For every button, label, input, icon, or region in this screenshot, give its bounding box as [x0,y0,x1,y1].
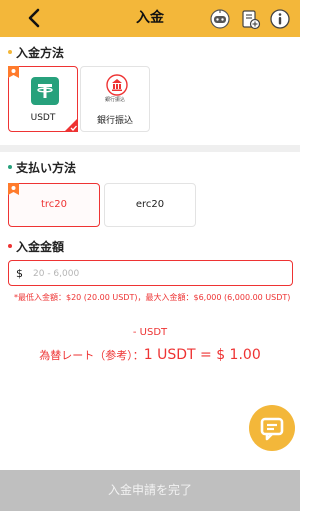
back-arrow-icon [28,8,40,28]
payment-erc20-label: erc20 [135,199,165,210]
amount-title: 入金金額 [16,240,65,254]
currency-symbol: $ [16,267,23,280]
deposit-record-icon [242,10,261,30]
chat-bubble-icon [260,417,284,441]
help-icon [270,9,290,29]
usdt-amount-display: - USDT [132,327,168,338]
section-dot [8,243,12,248]
method-bank-card[interactable]: 銀行振込 銀行振込 [80,66,150,132]
section-divider [0,145,300,152]
payment-trc20-label: trc20 [40,199,68,210]
amount-field[interactable]: $ [8,260,293,286]
payment-method-title: 支払い方法 [16,161,77,175]
deposit-method-heading: 入金方法 [8,44,64,61]
payment-trc20-option[interactable]: trc20 [8,183,100,227]
back-button[interactable] [24,6,46,30]
chat-button[interactable] [249,405,295,451]
support-button[interactable] [208,7,232,31]
exchange-rate-value: 1 USDT = $ 1.00 [143,347,261,363]
payment-erc20-option[interactable]: erc20 [104,183,196,227]
section-dot [8,49,12,54]
bank-transfer-icon [105,73,129,97]
deposit-record-button[interactable] [238,7,262,31]
flag-badge-icon [8,66,19,78]
deposit-method-title: 入金方法 [16,46,65,60]
amount-heading: 入金金額 [8,238,64,255]
top-bar: 入金 [0,0,300,37]
selected-check-icon [64,118,78,132]
section-dot [8,164,12,169]
method-usdt-card[interactable]: USDT [8,66,78,132]
usdt-tether-icon [31,77,59,105]
bank-logo-caption: 銀行振込 [104,97,125,103]
method-bank-label: 銀行振込 [96,116,133,126]
amount-limit-note: *最低入金額：$20 (20.00 USDT)，最大入金額：$6,000 (6,… [14,293,291,302]
exchange-rate-line: 為替レート（参考）：1 USDT = $ 1.00 [0,344,300,363]
submit-deposit-button[interactable]: 入金申請を完了 [0,470,300,511]
amount-input[interactable] [29,264,284,283]
support-robot-icon [210,9,230,29]
exchange-rate-label: 為替レート（参考）： [39,349,144,362]
help-button[interactable] [268,7,292,31]
payment-method-heading: 支払い方法 [8,159,76,176]
